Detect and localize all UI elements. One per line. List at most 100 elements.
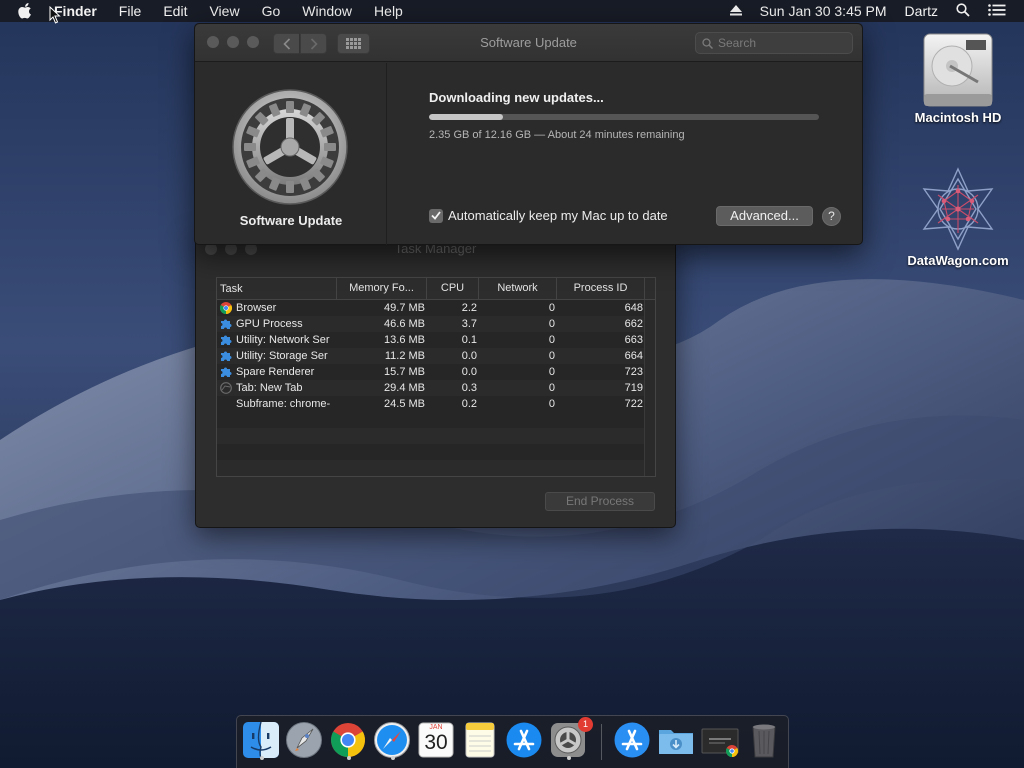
table-scrollbar[interactable] xyxy=(644,300,655,476)
menu-view[interactable]: View xyxy=(209,3,239,19)
task-name: Spare Renderer xyxy=(236,366,315,378)
auto-update-checkbox[interactable] xyxy=(429,208,443,223)
process-id-value: 723 xyxy=(624,366,643,378)
menu-file[interactable]: File xyxy=(119,3,142,19)
progress-fill xyxy=(429,114,504,120)
macintosh-hd-label: Macintosh HD xyxy=(914,110,1002,125)
menu-bar: Finder File Edit View Go Window Help Sun… xyxy=(0,0,1024,22)
process-id-value: 662 xyxy=(624,318,643,330)
spotlight-icon[interactable] xyxy=(956,2,970,20)
desktop-icon-macintosh-hd[interactable]: Macintosh HD xyxy=(902,30,1014,125)
download-detail: 2.35 GB of 12.16 GB — About 24 minutes r… xyxy=(429,129,685,141)
task-name: Subframe: chrome- xyxy=(236,398,331,410)
eject-icon[interactable] xyxy=(729,3,742,19)
table-row[interactable]: GPU Process 46.6 MB 3.7 0 662 xyxy=(217,316,655,332)
memory-value: 46.6 MB xyxy=(384,318,425,330)
process-id-value: 719 xyxy=(624,382,643,394)
calendar-icon[interactable]: JAN 30 xyxy=(417,721,457,761)
task-name: GPU Process xyxy=(236,318,303,330)
dock: JAN 30 1 xyxy=(236,715,789,768)
puzzle-icon xyxy=(219,318,232,331)
safari-icon[interactable] xyxy=(373,721,413,761)
task-manager-window[interactable]: Task Manager Task Memory Fo... CPU Netwo… xyxy=(195,234,676,528)
globe-icon xyxy=(219,382,232,395)
table-header: Task Memory Fo... CPU Network Process ID xyxy=(217,278,655,300)
document-thumbnail-icon[interactable] xyxy=(701,721,741,761)
datawagon-label: DataWagon.com xyxy=(907,253,1009,268)
menu-window[interactable]: Window xyxy=(302,3,352,19)
help-button[interactable]: ? xyxy=(822,207,841,226)
column-task[interactable]: Task xyxy=(217,278,337,299)
hard-drive-icon xyxy=(920,30,996,110)
search-placeholder: Search xyxy=(718,36,757,50)
cpu-value: 3.7 xyxy=(461,318,477,330)
search-input[interactable]: Search xyxy=(695,32,853,54)
app-store-icon[interactable] xyxy=(505,721,545,761)
table-row[interactable]: Subframe: chrome- 24.5 MB 0.2 0 722 xyxy=(217,396,655,412)
column-network[interactable]: Network xyxy=(479,278,557,299)
memory-value: 15.7 MB xyxy=(384,366,425,378)
process-id-value: 648 xyxy=(624,302,643,314)
column-process-id[interactable]: Process ID xyxy=(557,278,645,299)
empty-row xyxy=(217,444,655,460)
memory-value: 11.2 MB xyxy=(384,350,425,362)
network-value: 0 xyxy=(548,398,555,410)
user-name[interactable]: Dartz xyxy=(905,3,938,19)
memory-value: 49.7 MB xyxy=(384,302,425,314)
finder-icon[interactable] xyxy=(242,721,282,761)
software-update-sidebar: Software Update xyxy=(195,63,387,245)
task-name: Utility: Storage Ser xyxy=(236,350,328,362)
menu-help[interactable]: Help xyxy=(374,3,403,19)
notes-icon[interactable] xyxy=(461,721,501,761)
auto-update-label[interactable]: Automatically keep my Mac up to date xyxy=(448,208,668,223)
column-memory[interactable]: Memory Fo... xyxy=(337,278,427,299)
table-row[interactable]: Utility: Network Ser 13.6 MB 0.1 0 663 xyxy=(217,332,655,348)
cpu-value: 0.0 xyxy=(461,350,477,362)
task-name: Browser xyxy=(236,302,277,314)
launchpad-icon[interactable] xyxy=(285,721,325,761)
puzzle-icon xyxy=(219,350,232,363)
download-progress-bar xyxy=(429,114,819,120)
cpu-value: 2.2 xyxy=(461,302,477,314)
clock[interactable]: Sun Jan 30 3:45 PM xyxy=(760,3,887,19)
network-value: 0 xyxy=(548,366,555,378)
geometric-star-icon xyxy=(916,165,1000,253)
advanced-button[interactable]: Advanced... xyxy=(716,206,813,226)
network-value: 0 xyxy=(548,350,555,362)
menu-edit[interactable]: Edit xyxy=(163,3,187,19)
chrome-icon xyxy=(219,302,232,315)
network-value: 0 xyxy=(548,334,555,346)
puzzle-icon xyxy=(219,366,232,379)
notification-center-icon[interactable] xyxy=(988,3,1006,19)
process-table[interactable]: Task Memory Fo... CPU Network Process ID… xyxy=(216,277,656,477)
table-row[interactable]: Tab: New Tab 29.4 MB 0.3 0 719 xyxy=(217,380,655,396)
empty-row xyxy=(217,412,655,428)
search-icon xyxy=(702,37,713,49)
network-value: 0 xyxy=(548,318,555,330)
chrome-icon[interactable] xyxy=(329,721,369,761)
downloads-folder-icon[interactable] xyxy=(657,721,697,761)
puzzle-icon xyxy=(219,334,232,347)
memory-value: 13.6 MB xyxy=(384,334,425,346)
trash-icon[interactable] xyxy=(745,721,785,761)
table-row[interactable]: Utility: Storage Ser 11.2 MB 0.0 0 664 xyxy=(217,348,655,364)
software-update-titlebar[interactable]: Software Update Search xyxy=(195,24,862,62)
desktop-icon-datawagon[interactable]: DataWagon.com xyxy=(896,165,1020,268)
auto-update-option[interactable]: Automatically keep my Mac up to date xyxy=(429,208,668,223)
gear-icon xyxy=(231,88,349,206)
end-process-button[interactable]: End Process xyxy=(545,492,655,511)
apple-menu-icon[interactable] xyxy=(18,3,40,19)
menu-go[interactable]: Go xyxy=(262,3,281,19)
cpu-value: 0.0 xyxy=(461,366,477,378)
mouse-cursor-icon xyxy=(49,5,61,29)
system-preferences-icon[interactable]: 1 xyxy=(549,717,593,761)
notification-badge: 1 xyxy=(578,717,593,732)
memory-value: 29.4 MB xyxy=(384,382,425,394)
app-store-icon[interactable] xyxy=(613,721,653,761)
column-cpu[interactable]: CPU xyxy=(427,278,479,299)
table-row[interactable]: Browser 49.7 MB 2.2 0 648 xyxy=(217,300,655,316)
software-update-window[interactable]: Software Update Search Software Update D… xyxy=(194,23,863,245)
dock-separator xyxy=(601,724,602,760)
download-status: Downloading new updates... xyxy=(429,90,604,105)
table-row[interactable]: Spare Renderer 15.7 MB 0.0 0 723 xyxy=(217,364,655,380)
